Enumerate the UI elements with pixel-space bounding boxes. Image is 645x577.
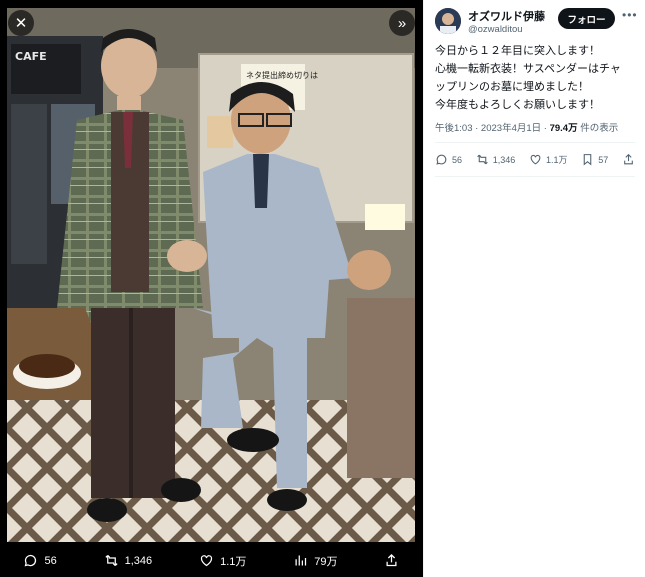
heart-icon bbox=[530, 154, 541, 165]
tweet-panel: オズワルド伊藤 @ozwalditou フォロー ••• 今日から１２年目に突入… bbox=[423, 0, 645, 577]
divider bbox=[435, 142, 635, 143]
retweet-count: 1,346 bbox=[492, 154, 516, 165]
tweet-line: 今日から１２年目に突入します！ bbox=[435, 45, 600, 57]
retweet-button[interactable]: 1,346 bbox=[104, 553, 153, 568]
reply-count: 56 bbox=[44, 554, 57, 567]
views-button[interactable]: 79万 bbox=[293, 553, 338, 569]
more-options-icon[interactable]: ••• bbox=[622, 8, 638, 22]
retweet-button[interactable]: 1,346 bbox=[476, 153, 516, 166]
bookmark-count: 57 bbox=[598, 154, 609, 165]
reply-button[interactable]: 56 bbox=[23, 553, 57, 568]
views-total: 79.4万 bbox=[549, 123, 578, 134]
photo-cafe-text: CAFE bbox=[15, 50, 47, 63]
user-handle[interactable]: @ozwalditou bbox=[468, 24, 523, 35]
reply-count: 56 bbox=[452, 154, 463, 165]
close-button[interactable]: ✕ bbox=[8, 10, 34, 36]
views-label: 件の表示 bbox=[577, 123, 619, 134]
like-button[interactable]: 1.1万 bbox=[199, 553, 246, 569]
heart-icon bbox=[200, 555, 213, 567]
avatar[interactable] bbox=[435, 8, 461, 34]
tweet-meta: 午後1:03 · 2023年4月1日 · 79.4万 件の表示 bbox=[435, 120, 618, 134]
tweet-media-viewer: ネタ提出締め切りは 前の CAFE bbox=[0, 0, 645, 577]
media-action-bar: 56 1,346 1.1万 79万 bbox=[0, 544, 423, 577]
tweet-text: 今日から１２年目に突入します！ 心機一転新衣装！サスペンダーはチャ ップリンのお… bbox=[435, 42, 640, 114]
views-count: 79万 bbox=[314, 555, 338, 568]
share-button[interactable] bbox=[622, 153, 635, 166]
divider bbox=[435, 176, 635, 177]
retweet-count: 1,346 bbox=[124, 554, 153, 567]
bookmark-button[interactable]: 57 bbox=[581, 153, 608, 166]
tweet-line: 今年度もよろしくお願いします！ bbox=[435, 99, 600, 111]
tweet-timestamp[interactable]: 午後1:03 · 2023年4月1日 · bbox=[435, 123, 550, 134]
photo-sign-text: ネタ提出締め切りは bbox=[246, 70, 318, 80]
reply-button[interactable]: 56 bbox=[435, 153, 462, 166]
tweet-photo[interactable]: ネタ提出締め切りは 前の CAFE bbox=[7, 8, 415, 542]
like-count: 1.1万 bbox=[545, 155, 568, 165]
share-icon bbox=[386, 553, 397, 567]
share-button[interactable] bbox=[384, 553, 399, 568]
next-media-button[interactable]: » bbox=[389, 10, 415, 36]
tweet-line: ップリンのお墓に埋めました！ bbox=[435, 81, 589, 93]
tweet-line: 心機一転新衣装！サスペンダーはチャ bbox=[435, 63, 621, 75]
like-count: 1.1万 bbox=[220, 555, 247, 568]
reply-icon bbox=[436, 154, 447, 165]
follow-button[interactable]: フォロー bbox=[558, 8, 615, 29]
media-pane: ネタ提出締め切りは 前の CAFE bbox=[0, 0, 423, 577]
tweet-action-bar: 56 1,346 1.1万 57 bbox=[435, 153, 635, 166]
retweet-icon bbox=[105, 555, 118, 566]
display-name[interactable]: オズワルド伊藤 bbox=[468, 8, 545, 24]
close-icon: ✕ bbox=[14, 14, 28, 32]
photo-illustration: ネタ提出締め切りは 前の CAFE bbox=[7, 8, 415, 542]
bar-chart-icon bbox=[295, 555, 307, 566]
bookmark-icon bbox=[583, 154, 592, 166]
avatar-image bbox=[435, 8, 461, 34]
like-button[interactable]: 1.1万 bbox=[529, 153, 568, 166]
share-icon bbox=[624, 153, 633, 165]
reply-icon bbox=[25, 554, 37, 567]
chevron-right-double-icon: » bbox=[397, 14, 407, 32]
retweet-icon bbox=[476, 154, 488, 165]
